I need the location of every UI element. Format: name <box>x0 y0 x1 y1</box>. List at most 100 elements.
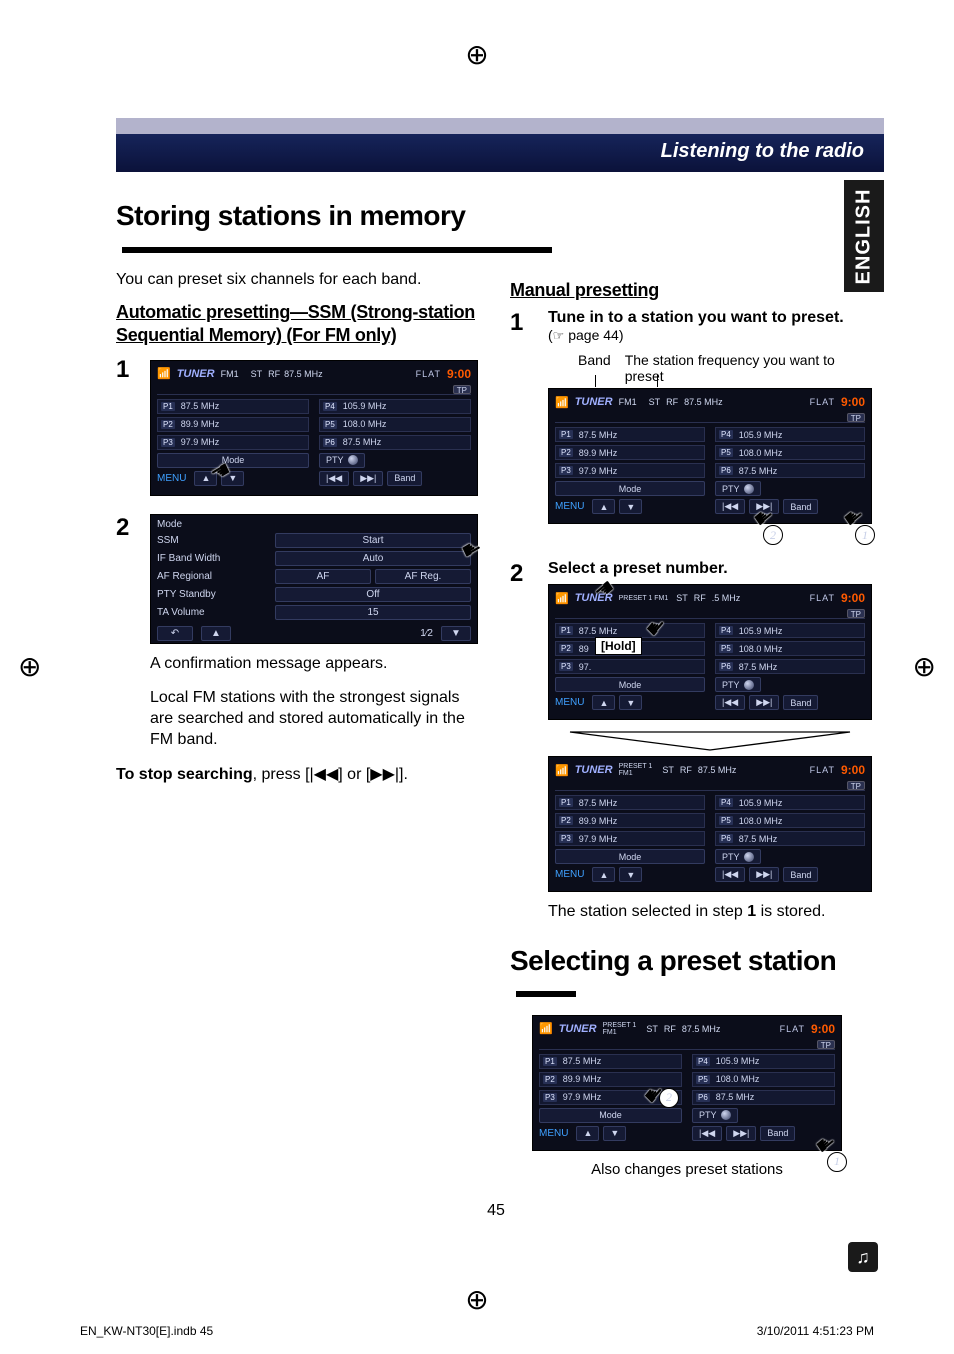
ta-volume-button[interactable]: 15 <box>275 605 471 620</box>
next-button[interactable]: ▶▶| <box>749 867 779 882</box>
afreg-button[interactable]: AF Reg. <box>375 569 471 584</box>
prev-button[interactable]: |◀◀ <box>715 695 745 710</box>
callout-1-icon: 1 <box>855 525 875 545</box>
preset-button[interactable]: P4105.9 MHz <box>715 623 865 638</box>
down-button[interactable]: ▼ <box>619 867 642 882</box>
pty-standby-button[interactable]: Off <box>275 587 471 602</box>
preset-button[interactable]: P4105.9 MHz <box>692 1054 835 1069</box>
menu-label[interactable]: MENU <box>555 869 584 880</box>
prev-button[interactable]: |◀◀ <box>715 867 745 882</box>
next-button[interactable]: ▶▶| <box>726 1126 756 1141</box>
up-button[interactable]: ▲ <box>592 867 615 882</box>
mode-row: IF Band WidthAuto <box>157 550 471 568</box>
menu-label[interactable]: MENU <box>157 473 186 484</box>
band-button[interactable]: Band <box>783 695 818 710</box>
page-down-button[interactable]: ▼ <box>441 626 471 641</box>
header-blue-band: Listening to the radio <box>116 134 884 172</box>
up-button[interactable]: ▲ <box>592 695 615 710</box>
pty-button[interactable]: PTY <box>692 1108 738 1123</box>
down-button[interactable]: ▼ <box>619 499 642 514</box>
up-button[interactable]: ▲ <box>592 499 615 514</box>
mode-row: PTY StandbyOff <box>157 586 471 604</box>
preset-button[interactable]: P397.9 MHz <box>157 435 309 450</box>
mode-button[interactable]: Mode <box>555 849 705 864</box>
up-button[interactable]: ▲ <box>576 1126 599 1141</box>
band-button[interactable]: Band <box>783 499 818 514</box>
wedge-arrow-icon <box>560 730 860 752</box>
band-button[interactable]: Band <box>387 471 422 486</box>
preset-button[interactable]: P687.5 MHz <box>715 831 865 846</box>
preset-button[interactable]: P289.9 MHz <box>157 417 309 432</box>
preset-button[interactable]: P687.5 MHz <box>715 463 865 478</box>
callout-1-icon: 1 <box>827 1152 847 1172</box>
step-number: 1 <box>116 356 140 384</box>
preset-button[interactable]: P187.5 MHz <box>555 623 705 638</box>
preset-button[interactable]: P687.5 MHz <box>319 435 471 450</box>
preset-button[interactable]: P4105.9 MHz <box>319 399 471 414</box>
device-screenshot-mode-menu: Mode SSMStart IF Band WidthAuto AF Regio… <box>150 514 478 644</box>
preset-button[interactable]: P187.5 MHz <box>555 795 705 810</box>
preset-button[interactable]: P289.9 MHz <box>539 1072 682 1087</box>
footer-timestamp: 3/10/2011 4:51:23 PM <box>757 1324 874 1338</box>
preset-button[interactable]: P289.9 MHz <box>555 813 705 828</box>
device-rf-label: RF <box>694 593 706 603</box>
preset-button[interactable]: P4105.9 MHz <box>715 427 865 442</box>
mode-row: TA Volume15 <box>157 604 471 622</box>
registration-mark-icon: ⊕ <box>913 650 936 683</box>
preset-button[interactable]: P187.5 MHz <box>539 1054 682 1069</box>
device-time: 9:00 <box>811 1022 835 1036</box>
preset-button[interactable]: P4105.9 MHz <box>715 795 865 810</box>
menu-label[interactable]: MENU <box>555 501 584 512</box>
back-button[interactable]: ↶ <box>157 626 193 641</box>
device-st-label: ST <box>662 765 674 775</box>
prev-button[interactable]: |◀◀ <box>692 1126 722 1141</box>
device-rf-label: RF <box>664 1024 676 1034</box>
ifbw-button[interactable]: Auto <box>275 551 471 566</box>
prev-button[interactable]: |◀◀ <box>319 471 349 486</box>
preset-button[interactable]: P187.5 MHz <box>555 427 705 442</box>
mode-button[interactable]: Mode <box>539 1108 682 1123</box>
band-button[interactable]: Band <box>783 867 818 882</box>
preset-button[interactable]: P397.9 MHz <box>555 831 705 846</box>
pty-button[interactable]: PTY <box>715 677 761 692</box>
mode-button[interactable]: Mode <box>157 453 309 468</box>
heading-auto-presetting: Automatic presetting—SSM (Strong-station… <box>116 301 478 348</box>
mode-button[interactable]: Mode <box>555 481 705 496</box>
preset-button[interactable]: P397.9 MHz <box>555 463 705 478</box>
manual-step1-ref: (☞ page 44) <box>548 327 872 344</box>
page-number: 45 <box>116 1202 876 1220</box>
preset-button[interactable]: P687.5 MHz <box>715 659 865 674</box>
preset-button[interactable]: P397. <box>555 659 705 674</box>
down-button[interactable]: ▼ <box>619 695 642 710</box>
pty-button[interactable]: PTY <box>319 453 365 468</box>
next-button[interactable]: ▶▶| <box>353 471 383 486</box>
menu-label[interactable]: MENU <box>555 697 584 708</box>
two-column-layout: You can preset six channels for each ban… <box>116 270 876 1178</box>
registration-mark-icon: ⊕ <box>465 1283 488 1316</box>
mode-button[interactable]: Mode <box>555 677 705 692</box>
preset-button[interactable]: P5108.0 MHz <box>319 417 471 432</box>
preset-button[interactable]: P5108.0 MHz <box>715 445 865 460</box>
registration-mark-icon: ⊕ <box>465 38 488 71</box>
heading-storing: Storing stations in memory <box>116 200 876 264</box>
preset-button[interactable]: P687.5 MHz <box>692 1090 835 1105</box>
down-button[interactable]: ▼ <box>603 1126 626 1141</box>
down-button[interactable]: ▼ <box>221 471 244 486</box>
band-button[interactable]: Band <box>760 1126 795 1141</box>
preset-button[interactable]: P187.5 MHz <box>157 399 309 414</box>
preset-button[interactable]: P5108.0 MHz <box>715 641 865 656</box>
next-button[interactable]: ▶▶| <box>749 695 779 710</box>
preset-button[interactable]: P289.9 MHz <box>555 445 705 460</box>
prev-button[interactable]: |◀◀ <box>715 499 745 514</box>
af-button[interactable]: AF <box>275 569 371 584</box>
preset-button[interactable]: P5108.0 MHz <box>692 1072 835 1087</box>
menu-label[interactable]: MENU <box>539 1128 568 1139</box>
up-button[interactable]: ▲ <box>194 471 217 486</box>
pty-button[interactable]: PTY <box>715 481 761 496</box>
next-button[interactable]: ▶▶| <box>749 499 779 514</box>
ssm-start-button[interactable]: Start <box>275 533 471 548</box>
device-st-label: ST <box>649 397 661 407</box>
pty-button[interactable]: PTY <box>715 849 761 864</box>
preset-button[interactable]: P5108.0 MHz <box>715 813 865 828</box>
page-up-button[interactable]: ▲ <box>201 626 231 641</box>
